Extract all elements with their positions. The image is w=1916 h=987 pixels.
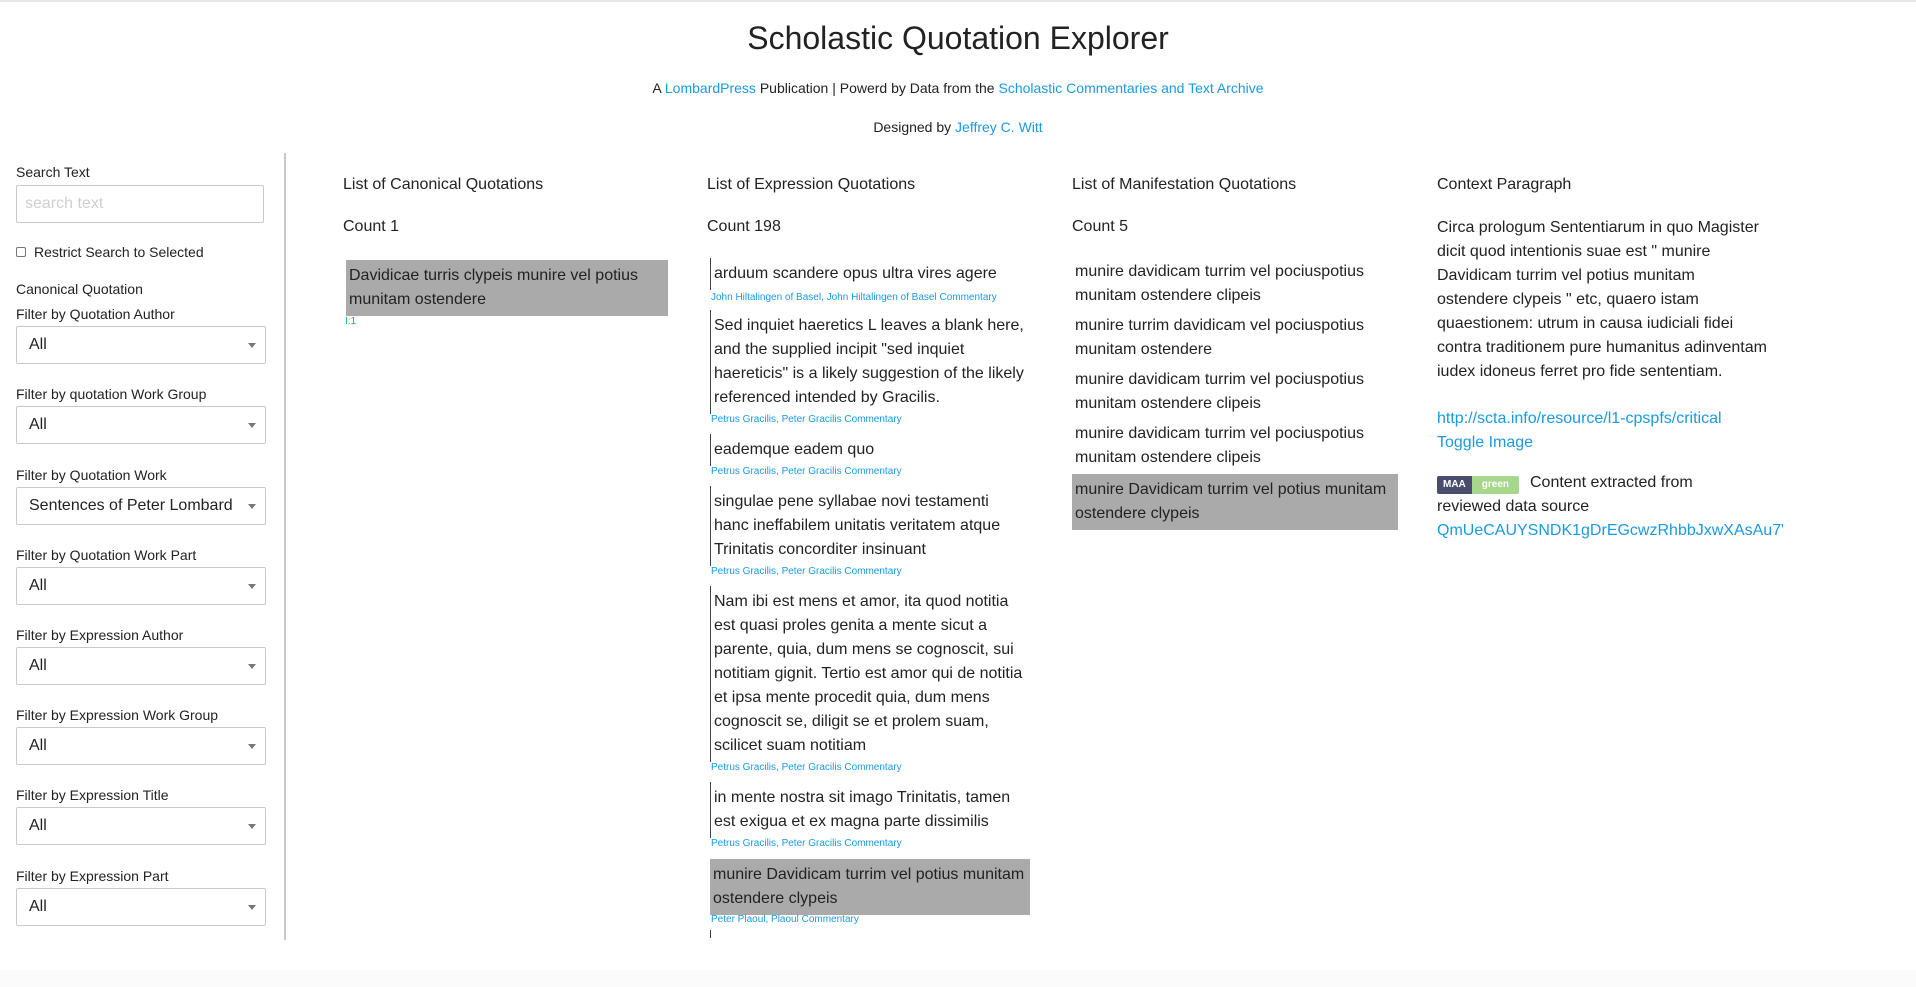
chevron-down-icon — [248, 824, 256, 829]
content-note-line1: Content extracted from — [1530, 474, 1693, 491]
top-border — [0, 0, 1916, 2]
manifestation-quotation-item[interactable]: munire davidicam turrim vel pociuspotius… — [1075, 422, 1405, 470]
scta-archive-link[interactable]: Scholastic Commentaries and Text Archive — [998, 80, 1263, 96]
filter-expression-author-value: All — [29, 657, 47, 674]
restrict-search-label: Restrict Search to Selected — [34, 244, 204, 260]
chevron-down-icon — [248, 504, 256, 509]
filter-expression-title-select[interactable]: All — [16, 807, 266, 845]
expression-quotation-item[interactable]: munire Davidicam turrim vel potius munit… — [710, 859, 1030, 915]
designer-line: Designed by Jeffrey C. Witt — [0, 119, 1916, 135]
search-text-label: Search Text — [16, 164, 90, 180]
expression-quotation-source[interactable]: Petrus Gracilis, Peter Gracilis Commenta… — [711, 838, 902, 849]
canonical-quotation-source[interactable]: I:1 — [345, 316, 356, 327]
chevron-down-icon — [248, 343, 256, 348]
filter-quotation-workgroup-value: All — [29, 416, 47, 433]
filter-quotation-workpart-value: All — [29, 577, 47, 594]
filter-expression-author-select[interactable]: All — [16, 647, 266, 685]
filter-expression-workgroup-select[interactable]: All — [16, 727, 266, 765]
search-input[interactable] — [16, 185, 264, 223]
filter-expression-part-label: Filter by Expression Part — [16, 868, 169, 884]
restrict-search-row[interactable]: Restrict Search to Selected — [16, 244, 204, 260]
expression-quotation-source[interactable]: Petrus Gracilis, Peter Gracilis Commenta… — [711, 414, 902, 425]
toggle-image-link[interactable]: Toggle Image — [1437, 434, 1533, 452]
publication-middle: Publication | Powerd by Data from the — [759, 80, 995, 96]
manifestation-quotation-item[interactable]: munire turrim davidicam vel pociuspotius… — [1075, 314, 1405, 362]
expression-quotation-item[interactable]: arduum scandere opus ultra vires agere — [710, 258, 1030, 290]
expression-heading: List of Expression Quotations — [707, 176, 916, 193]
lombardpress-link[interactable]: LombardPress — [665, 80, 756, 96]
filter-quotation-author-label: Filter by Quotation Author — [16, 306, 175, 322]
filter-expression-part-value: All — [29, 898, 47, 915]
filter-expression-workgroup-label: Filter by Expression Work Group — [16, 707, 219, 723]
data-source-hash-link[interactable]: QmUeCAUYSNDK1gDrEGcwzRhbbJxwXAsAu7VKGnzo… — [1437, 522, 1783, 540]
expression-quotation-item[interactable]: Sed inquiet haeretics L leaves a blank h… — [710, 310, 1030, 414]
badge-left-text: MAA — [1437, 476, 1472, 494]
designed-by-text: Designed by — [873, 119, 952, 135]
filter-expression-part-select[interactable]: All — [16, 888, 266, 926]
content-note-line2: reviewed data source — [1437, 498, 1590, 515]
filter-expression-title-value: All — [29, 817, 47, 834]
expression-quotation-item[interactable]: in mente nostra sit imago Trinitatis, ta… — [710, 782, 1030, 838]
manifestation-quotation-item[interactable]: munire davidicam turrim vel pociuspotius… — [1075, 260, 1405, 308]
chevron-down-icon — [248, 664, 256, 669]
filter-quotation-workgroup-label: Filter by quotation Work Group — [16, 386, 207, 402]
chevron-down-icon — [248, 744, 256, 749]
expression-quotation-item[interactable]: singulae pene syllabae novi testamenti h… — [710, 486, 1030, 566]
filter-quotation-workpart-select[interactable]: All — [16, 567, 266, 605]
manifestation-quotation-item[interactable]: munire davidicam turrim vel pociuspotius… — [1075, 368, 1405, 416]
expression-quotation-source[interactable]: Petrus Gracilis, Peter Gracilis Commenta… — [711, 762, 902, 773]
chevron-down-icon — [248, 905, 256, 910]
publication-line: A LombardPress Publication | Powerd by D… — [0, 80, 1916, 96]
resource-link[interactable]: http://scta.info/resource/l1-cpspfs/crit… — [1437, 410, 1722, 428]
page-title: Scholastic Quotation Explorer — [747, 20, 1169, 56]
canonical-count: Count 1 — [343, 218, 400, 235]
restrict-search-checkbox[interactable] — [16, 247, 26, 257]
canonical-quotation-label: Canonical Quotation — [16, 281, 143, 297]
filter-quotation-workpart-label: Filter by Quotation Work Part — [16, 547, 197, 563]
expression-quotation-source[interactable]: Peter Plaoul, Plaoul Commentary — [711, 914, 859, 925]
badge-right-text: green — [1471, 476, 1520, 494]
expression-quotation-source[interactable]: John Hiltalingen of Basel, John Hiltalin… — [711, 292, 997, 303]
filter-quotation-workgroup-select[interactable]: All — [16, 406, 266, 444]
canonical-heading: List of Canonical Quotations — [343, 176, 544, 193]
filter-quotation-author-select[interactable]: All — [16, 326, 266, 364]
manifestation-heading: List of Manifestation Quotations — [1072, 176, 1297, 193]
canonical-quotation-item[interactable]: Davidicae turris clypeis munire vel poti… — [346, 260, 668, 316]
filter-quotation-author-value: All — [29, 336, 47, 353]
filter-expression-title-label: Filter by Expression Title — [16, 787, 169, 803]
manifestation-quotation-item[interactable]: munire Davidicam turrim vel potius munit… — [1072, 474, 1398, 530]
filter-expression-workgroup-value: All — [29, 737, 47, 754]
expression-count: Count 198 — [707, 218, 781, 235]
expression-quotation-source[interactable]: Petrus Gracilis, Peter Gracilis Commenta… — [711, 566, 902, 577]
maa-status-badge: MAA green — [1437, 476, 1520, 494]
filter-quotation-work-value: Sentences of Peter Lombard — [29, 497, 233, 514]
context-heading: Context Paragraph — [1437, 176, 1572, 193]
filter-quotation-work-select[interactable]: Sentences of Peter Lombard — [16, 487, 266, 525]
list-continuation-rule — [710, 930, 711, 938]
expression-quotation-item[interactable]: eademque eadem quo — [710, 434, 1030, 466]
sidebar-divider — [284, 153, 286, 940]
chevron-down-icon — [248, 423, 256, 428]
manifestation-count: Count 5 — [1072, 218, 1129, 235]
expression-quotation-source[interactable]: Petrus Gracilis, Peter Gracilis Commenta… — [711, 466, 902, 477]
page-bottom — [0, 970, 1916, 987]
filter-quotation-work-label: Filter by Quotation Work — [16, 467, 167, 483]
expression-quotation-item[interactable]: Nam ibi est mens et amor, ita quod notit… — [710, 586, 1030, 762]
publication-prefix: A — [652, 80, 661, 96]
filter-expression-author-label: Filter by Expression Author — [16, 627, 184, 643]
chevron-down-icon — [248, 584, 256, 589]
context-paragraph: Circa prologum Sententiarum in quo Magis… — [1437, 219, 1767, 380]
designer-link[interactable]: Jeffrey C. Witt — [955, 119, 1043, 135]
